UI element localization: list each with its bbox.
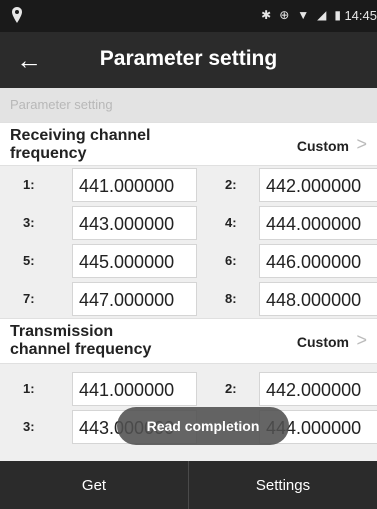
frequency-input[interactable]: 448.000000: [259, 282, 377, 316]
page-title: Parameter setting: [99, 47, 278, 70]
channel-number: 1:: [23, 381, 35, 396]
sync-icon: ⊕: [279, 8, 290, 22]
bluetooth-icon: ✱: [261, 8, 272, 22]
frequency-input[interactable]: 443.000000: [72, 206, 197, 240]
channel-number: 4:: [225, 215, 237, 230]
receiving-label-line1: Receiving channel: [10, 127, 151, 144]
channel-number: 7:: [23, 291, 35, 306]
transmission-label-line1: Transmission: [10, 323, 114, 340]
toast-message: Read completion: [117, 407, 289, 445]
channel-number: 2:: [225, 381, 237, 396]
chevron-right-icon: >: [356, 134, 367, 154]
frequency-input[interactable]: 442.000000: [259, 168, 377, 202]
status-bar: ✱ ⊕ ▼ ◢ ▮ 14:45: [0, 0, 377, 32]
receiving-label-line2: frequency: [10, 145, 87, 162]
receiving-mode-value: Custom: [296, 138, 349, 154]
channel-number: 8:: [225, 291, 237, 306]
chevron-right-icon: >: [356, 330, 367, 350]
channel-number: 6:: [225, 253, 237, 268]
frequency-input[interactable]: 441.000000: [72, 168, 197, 202]
receiving-channel-grid: 1: 441.000000 2: 442.000000 3: 443.00000…: [0, 166, 377, 318]
frequency-input[interactable]: 441.000000: [72, 372, 197, 406]
transmission-frequency-label: Transmission channel frequency: [10, 323, 180, 359]
content-area[interactable]: Parameter setting Receiving channel freq…: [0, 88, 377, 461]
frequency-input[interactable]: 445.000000: [72, 244, 197, 278]
transmission-mode-value: Custom: [296, 334, 349, 350]
wifi-icon: ▼: [297, 8, 310, 22]
frequency-input[interactable]: 446.000000: [259, 244, 377, 278]
channel-number: 1:: [23, 177, 35, 192]
channel-number: 3:: [23, 215, 35, 230]
signal-icon: ◢: [317, 8, 327, 22]
settings-button[interactable]: Settings: [189, 461, 377, 509]
frequency-input[interactable]: 442.000000: [259, 372, 377, 406]
frequency-input[interactable]: 447.000000: [72, 282, 197, 316]
location-pin-icon: [12, 7, 22, 23]
channel-number: 5:: [23, 253, 35, 268]
receiving-frequency-row[interactable]: Receiving channel frequency Custom >: [0, 122, 377, 166]
battery-icon: ▮: [334, 8, 341, 22]
bottom-bar: Get Settings: [0, 461, 377, 509]
app-bar: ← Parameter setting: [0, 32, 377, 88]
receiving-frequency-label: Receiving channel frequency: [10, 127, 180, 163]
status-icons: ✱ ⊕ ▼ ◢ ▮: [261, 8, 341, 22]
channel-number: 2:: [225, 177, 237, 192]
get-button[interactable]: Get: [0, 461, 188, 509]
transmission-frequency-row[interactable]: Transmission channel frequency Custom >: [0, 318, 377, 364]
transmission-label-line2: channel frequency: [10, 341, 152, 358]
frequency-input[interactable]: 444.000000: [259, 206, 377, 240]
channel-number: 3:: [23, 419, 35, 434]
section-header: Parameter setting: [0, 88, 377, 122]
status-time: 14:45: [344, 8, 377, 23]
